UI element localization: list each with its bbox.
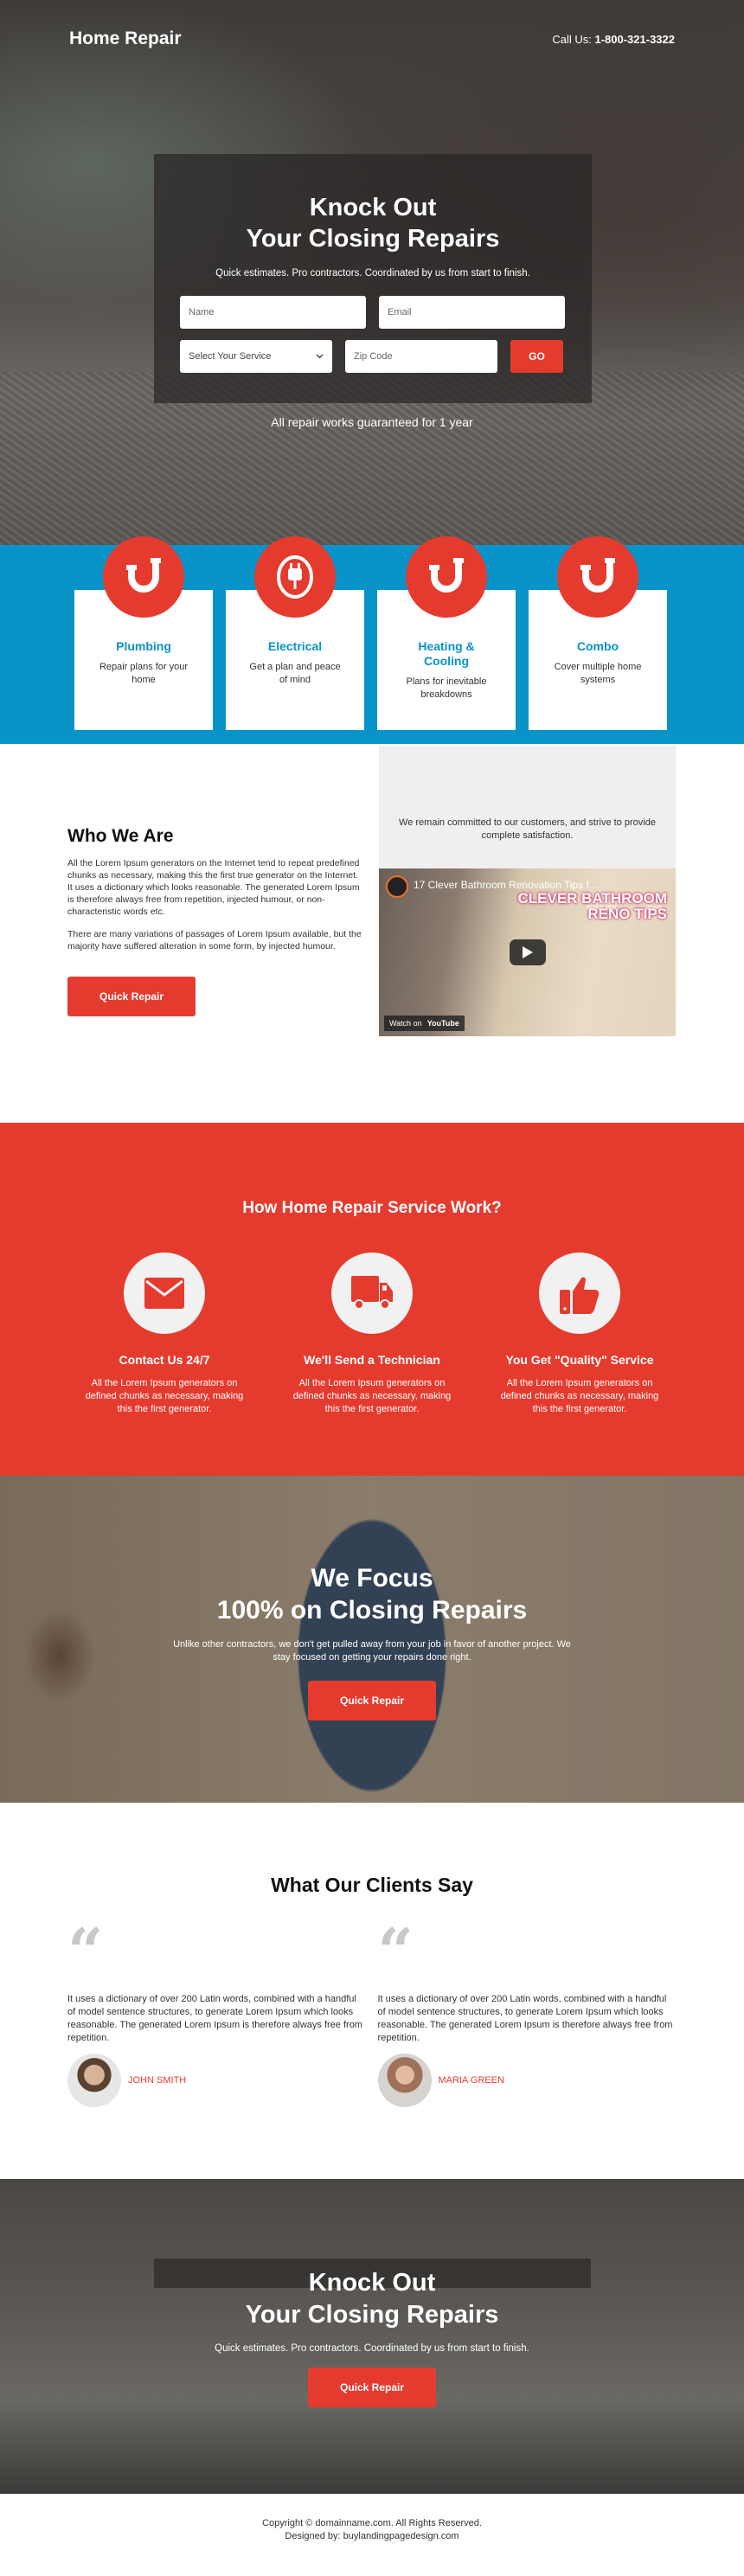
pipe-icon bbox=[406, 536, 487, 618]
pipe-icon bbox=[103, 536, 184, 618]
call-label: Call Us: bbox=[552, 32, 592, 46]
focus-section: We Focus 100% on Closing Repairs Unlike … bbox=[0, 1476, 744, 1803]
client-name: MARIA GREEN bbox=[438, 2075, 504, 2086]
step-title: We'll Send a Technician bbox=[304, 1353, 440, 1367]
service-desc: Get a plan and peace of mind bbox=[249, 662, 341, 685]
quick-repair-button[interactable]: Quick Repair bbox=[308, 1681, 436, 1721]
focus-title-line1: We Focus bbox=[311, 1564, 433, 1592]
testimonial-item: “ It uses a dictionary of over 200 Latin… bbox=[377, 1914, 677, 2107]
testimonials-section: What Our Clients Say “ It uses a diction… bbox=[0, 1803, 744, 2179]
name-input[interactable]: Name bbox=[180, 296, 366, 329]
service-title: Plumbing bbox=[116, 639, 171, 653]
service-desc: Repair plans for your home bbox=[99, 662, 189, 685]
quick-repair-button[interactable]: Quick Repair bbox=[67, 977, 196, 1016]
top-bar: Home Repair Call Us: 1-800-321-3322 bbox=[0, 0, 744, 78]
bottom-cta-section: Knock Out Your Closing Repairs Quick est… bbox=[0, 2179, 744, 2494]
quick-repair-button[interactable]: Quick Repair bbox=[308, 2368, 436, 2407]
step-title: You Get "Quality" Service bbox=[505, 1353, 654, 1367]
go-button[interactable]: GO bbox=[510, 340, 563, 373]
video-title[interactable]: 17 Clever Bathroom Renovation Tips f... bbox=[414, 879, 598, 891]
focus-title: We Focus 100% on Closing Repairs bbox=[0, 1562, 744, 1626]
copyright-text: Copyright © domainname.com. All Rights R… bbox=[262, 2518, 482, 2528]
quote-icon: “ bbox=[67, 1914, 104, 1988]
guarantee-text: All repair works guaranteed for 1 year bbox=[271, 415, 473, 429]
pipe-icon bbox=[557, 536, 638, 618]
phone-number[interactable]: 1-800-321-3322 bbox=[594, 33, 675, 46]
step-title: Contact Us 24/7 bbox=[119, 1353, 210, 1367]
chevron-down-icon bbox=[316, 351, 324, 362]
service-card-combo[interactable]: Combo Cover multiple home systems bbox=[529, 536, 667, 730]
testimonial-text: It uses a dictionary of over 200 Latin w… bbox=[67, 1994, 362, 2043]
brand-logo[interactable]: Home Repair bbox=[69, 29, 182, 49]
share-button[interactable]: Share bbox=[645, 905, 662, 911]
service-card-electrical[interactable]: Electrical Get a plan and peace of mind bbox=[226, 536, 364, 730]
testimonial-text: It uses a dictionary of over 200 Latin w… bbox=[377, 1994, 673, 2043]
thumbs-up-icon bbox=[539, 1253, 620, 1334]
plug-icon bbox=[254, 536, 336, 618]
call-us: Call Us: 1-800-321-3322 bbox=[552, 33, 675, 46]
designed-by-link[interactable]: Designed by: buylandingpagedesign.com bbox=[0, 2530, 744, 2543]
testimonials-title: What Our Clients Say bbox=[271, 1874, 473, 1896]
step-item: Contact Us 24/7 All the Lorem Ipsum gene… bbox=[74, 1253, 255, 1416]
how-it-works-section: How Home Repair Service Work? Contact Us… bbox=[0, 1123, 744, 1476]
footer: Copyright © domainname.com. All Rights R… bbox=[0, 2494, 744, 2576]
cta-title-line1: Knock Out bbox=[308, 2269, 436, 2297]
how-title: How Home Repair Service Work? bbox=[242, 1199, 502, 1217]
service-title: Combo bbox=[576, 639, 619, 653]
step-desc: All the Lorem Ipsum generators on define… bbox=[85, 1378, 244, 1414]
quote-icon: “ bbox=[377, 1914, 414, 1988]
service-card-heating-cooling[interactable]: Heating & Cooling Plans for inevitable b… bbox=[377, 536, 516, 730]
youtube-logo-icon: YouTube bbox=[427, 1019, 459, 1028]
focus-subtitle: Unlike other contractors, we don't get p… bbox=[173, 1639, 571, 1663]
hero-section: Home Repair Call Us: 1-800-321-3322 Knoc… bbox=[0, 0, 744, 545]
service-title: Electrical bbox=[267, 639, 323, 653]
hero-subtitle: Quick estimates. Pro contractors. Coordi… bbox=[215, 268, 530, 279]
testimonial-item: “ It uses a dictionary of over 200 Latin… bbox=[67, 1914, 367, 2107]
watch-on-youtube-button[interactable]: Watch on YouTube bbox=[384, 1016, 465, 1031]
step-item: We'll Send a Technician All the Lorem Ip… bbox=[281, 1253, 463, 1416]
service-desc: Plans for inevitable breakdowns bbox=[406, 676, 487, 700]
service-desc: Cover multiple home systems bbox=[554, 662, 642, 685]
email-input[interactable]: Email bbox=[379, 296, 565, 329]
envelope-icon bbox=[124, 1253, 205, 1334]
avatar bbox=[377, 2054, 432, 2107]
play-icon[interactable] bbox=[509, 939, 546, 965]
who-we-are-section: Who We Are All the Lorem Ipsum generator… bbox=[0, 744, 744, 1123]
cta-subtitle: Quick estimates. Pro contractors. Coordi… bbox=[215, 2343, 529, 2354]
truck-icon bbox=[331, 1253, 413, 1334]
hero-form-panel: Knock Out Your Closing Repairs Quick est… bbox=[154, 154, 592, 403]
youtube-video-embed[interactable]: 17 Clever Bathroom Renovation Tips f... … bbox=[379, 868, 676, 1036]
cta-title: Knock Out Your Closing Repairs bbox=[0, 2267, 744, 2331]
client-name: JOHN SMITH bbox=[128, 2075, 187, 2086]
watch-on-label: Watch on bbox=[389, 1019, 422, 1028]
channel-logo-icon bbox=[386, 875, 408, 898]
commitment-text: We remain committed to our customers, an… bbox=[379, 746, 676, 868]
focus-title-line2: 100% on Closing Repairs bbox=[216, 1596, 528, 1624]
who-paragraph-2: There are many variations of passages of… bbox=[67, 929, 362, 952]
watch-later-button[interactable]: Watch later bbox=[587, 905, 617, 911]
service-select-value: Select Your Service bbox=[189, 351, 272, 362]
step-item: You Get "Quality" Service All the Lorem … bbox=[489, 1253, 670, 1416]
cta-title-line2: Your Closing Repairs bbox=[245, 2301, 499, 2329]
hero-title: Knock Out Your Closing Repairs bbox=[154, 192, 592, 254]
zip-input[interactable]: Zip Code bbox=[345, 340, 497, 373]
who-paragraph-1: All the Lorem Ipsum generators on the In… bbox=[67, 858, 360, 917]
hero-title-line2: Your Closing Repairs bbox=[246, 225, 500, 253]
service-title: Heating & Cooling bbox=[418, 639, 475, 668]
step-desc: All the Lorem Ipsum generators on define… bbox=[292, 1378, 452, 1414]
lead-form: Name Email Select Your Service Zip Code … bbox=[154, 296, 592, 373]
service-select[interactable]: Select Your Service bbox=[180, 340, 332, 373]
service-card-plumbing[interactable]: Plumbing Repair plans for your home bbox=[74, 536, 213, 730]
avatar bbox=[67, 2054, 121, 2107]
step-desc: All the Lorem Ipsum generators on define… bbox=[500, 1378, 659, 1414]
who-title: Who We Are bbox=[67, 826, 174, 846]
hero-title-line1: Knock Out bbox=[309, 194, 437, 221]
service-cards: Plumbing Repair plans for your home Elec… bbox=[74, 528, 667, 730]
